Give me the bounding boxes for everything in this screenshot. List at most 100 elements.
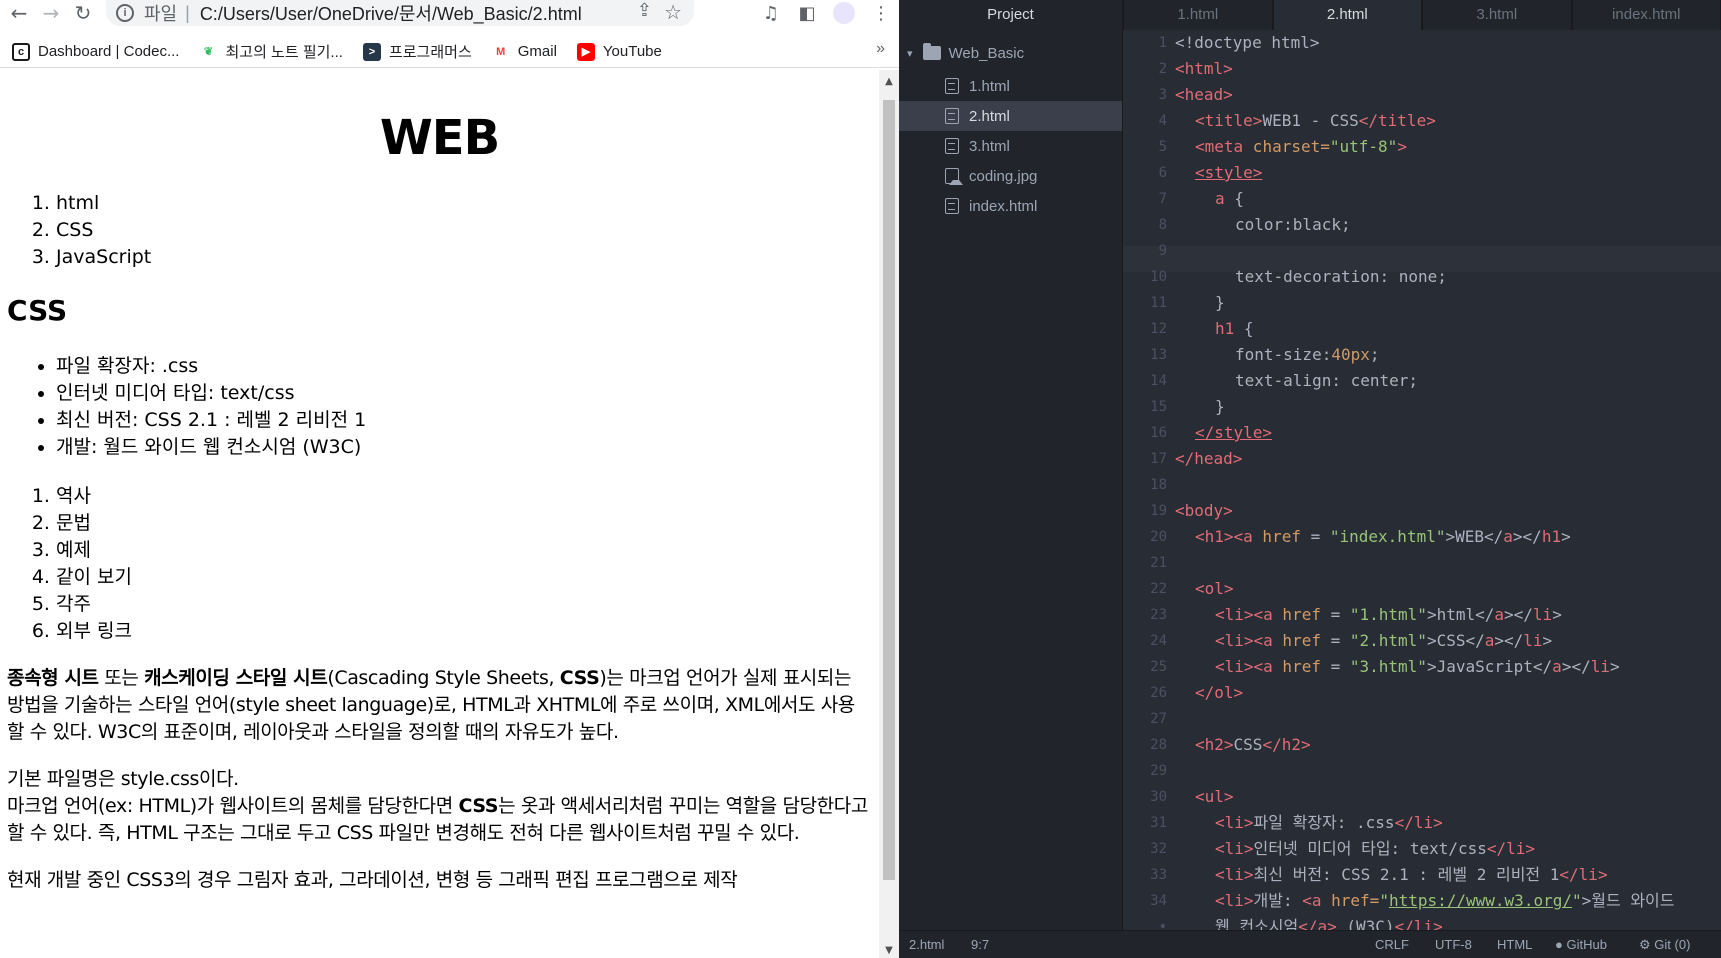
code-line: <h2>CSS</h2> xyxy=(1195,735,1311,754)
bold-term: 캐스케이딩 스타일 시트 xyxy=(144,667,328,689)
more-bookmarks-icon[interactable]: » xyxy=(876,40,885,58)
line-number: 21 xyxy=(1150,555,1167,571)
editor-tabs: 1.html 2.html 3.html index.html xyxy=(1123,0,1721,30)
line-number: 6 xyxy=(1158,165,1167,181)
programmers-icon: > xyxy=(362,42,381,61)
tree-file-2-html[interactable]: 2.html xyxy=(899,101,1122,131)
code-line: <ul> xyxy=(1195,784,1234,810)
tree-file-1-html[interactable]: 1.html xyxy=(899,71,1122,101)
status-eol[interactable]: CRLF xyxy=(1375,931,1409,958)
code-editor-window: Project ▾ Web_Basic 1.html 2.html 3.html… xyxy=(899,0,1721,958)
code-line: <body> xyxy=(1175,498,1233,524)
code-line: color:black; xyxy=(1235,212,1351,238)
status-encoding[interactable]: UTF-8 xyxy=(1435,931,1472,958)
nav-link-css[interactable]: CSS xyxy=(56,217,879,244)
code-string: "2.html" xyxy=(1349,631,1427,650)
profile-avatar[interactable] xyxy=(833,2,855,24)
share-icon[interactable]: ⇪ xyxy=(637,0,652,21)
code-line: <meta charset="utf-8"> xyxy=(1195,134,1407,160)
nav-link-javascript[interactable]: JavaScript xyxy=(56,244,879,271)
intro-paragraph: 종속형 시트 또는 캐스케이딩 스타일 시트(Cascading Style S… xyxy=(0,665,879,746)
code-line: <!doctype html> xyxy=(1175,30,1320,56)
toc-item: 예제 xyxy=(56,537,879,564)
bookmark-evernote[interactable]: ❦ 최고의 노트 필기... xyxy=(199,41,343,62)
code-text: color:black; xyxy=(1235,215,1351,234)
code-tag: > xyxy=(1397,137,1407,156)
line-number: 34 xyxy=(1150,893,1167,909)
info-item: 개발: 월드 와이드 웹 컨소시엄 (W3C) xyxy=(56,434,879,461)
toc-item: 역사 xyxy=(56,483,879,510)
browser-toolbar: ♫ ◧ ⋮ xyxy=(753,0,899,26)
tree-file-3-html[interactable]: 3.html xyxy=(899,131,1122,161)
code-tag: </style> xyxy=(1195,423,1273,442)
code-text: >html</ xyxy=(1426,605,1495,624)
file-icon xyxy=(945,78,959,94)
bookmark-codecademy[interactable]: c Dashboard | Codec... xyxy=(12,42,180,61)
tab-2-html[interactable]: 2.html xyxy=(1272,0,1422,30)
line-number: 28 xyxy=(1150,737,1167,753)
code-line: font-size:40px; xyxy=(1235,342,1380,368)
tree-folder-web-basic[interactable]: ▾ Web_Basic xyxy=(907,40,1024,66)
image-file-icon xyxy=(945,168,963,185)
line-number: • xyxy=(1158,919,1167,930)
toc-item: 각주 xyxy=(56,591,879,618)
github-icon: ● xyxy=(1555,937,1563,952)
page-heading[interactable]: WEB xyxy=(0,106,879,170)
code-tag: <body> xyxy=(1175,501,1233,520)
media-control-icon[interactable]: ♫ xyxy=(753,3,789,24)
file-label: 1.html xyxy=(969,77,1010,95)
tab-1-html[interactable]: 1.html xyxy=(1123,0,1273,30)
status-cursor[interactable]: 9:7 xyxy=(971,931,989,958)
reload-icon[interactable]: ↻ xyxy=(70,0,96,26)
code-tag: <head> xyxy=(1175,85,1233,104)
status-grammar[interactable]: HTML xyxy=(1497,931,1532,958)
code-line: </head> xyxy=(1175,446,1242,472)
code-tag: <a xyxy=(1233,527,1253,546)
info-item: 최신 버전: CSS 2.1 : 레벨 2 리비전 1 xyxy=(56,407,879,434)
code-text: 월드 와이드 xyxy=(1591,891,1675,910)
evernote-icon: ❦ xyxy=(203,46,214,58)
site-info-icon[interactable]: i xyxy=(116,4,134,22)
github-status[interactable]: ● GitHub xyxy=(1555,931,1607,958)
bookmark-programmers[interactable]: > 프로그래머스 xyxy=(362,41,472,62)
address-bar[interactable]: i 파일 | C:/Users/User/OneDrive/문서/Web_Bas… xyxy=(106,0,694,26)
chevron-down-icon: ▾ xyxy=(907,47,913,60)
code-text: ; xyxy=(1369,345,1380,364)
url-text[interactable]: C:/Users/User/OneDrive/문서/Web_Basic/2.ht… xyxy=(200,0,582,26)
code-text: 인터넷 미디어 타입: text/css xyxy=(1253,839,1487,858)
code-string: "1.html" xyxy=(1349,605,1427,624)
bookmark-youtube[interactable]: ▶ YouTube xyxy=(576,42,662,61)
bookmarks-bar: c Dashboard | Codec... ❦ 최고의 노트 필기... > … xyxy=(0,36,899,68)
code-line: <li>인터넷 미디어 타입: text/css</li> xyxy=(1215,839,1536,858)
page-scrollbar[interactable]: ▲ ▼ xyxy=(879,70,899,958)
bookmark-gmail[interactable]: M Gmail xyxy=(492,43,557,61)
forward-icon[interactable]: → xyxy=(38,0,64,26)
tab-index-html[interactable]: index.html xyxy=(1571,0,1721,30)
code-area[interactable]: 1 2 3 4 5 6 7 8 9 10 11 12 13 14 15 16 17 18 19 20 21 22 23 24 2… xyxy=(1123,30,1721,930)
back-icon[interactable]: ← xyxy=(6,0,32,26)
bookmark-star-icon[interactable]: ☆ xyxy=(664,0,682,25)
code-line: <html> xyxy=(1175,56,1233,82)
web-page-content: WEB html CSS JavaScript CSS 파일 확장자: .css… xyxy=(0,70,879,958)
code-tag: a xyxy=(1503,527,1513,546)
side-panel-icon[interactable]: ◧ xyxy=(789,3,825,24)
project-tab[interactable]: Project xyxy=(899,0,1122,30)
status-file[interactable]: 2.html xyxy=(909,931,944,958)
tree-file-index-html[interactable]: index.html xyxy=(899,191,1122,221)
code-line: <li>개발: <a href="https://www.w3.org/">월드… xyxy=(1215,891,1675,910)
line-number: 24 xyxy=(1150,633,1167,649)
tab-3-html[interactable]: 3.html xyxy=(1422,0,1572,30)
scrollbar-thumb[interactable] xyxy=(883,100,895,880)
bookmark-label: Dashboard | Codec... xyxy=(38,43,180,60)
scroll-down-icon[interactable]: ▼ xyxy=(879,945,899,956)
scroll-up-icon[interactable]: ▲ xyxy=(879,76,899,87)
git-status[interactable]: ⚙ Git (0) xyxy=(1639,931,1690,958)
code-text: >CSS</ xyxy=(1426,631,1485,650)
file-label: 3.html xyxy=(969,137,1010,155)
menu-icon[interactable]: ⋮ xyxy=(863,3,899,24)
file-label: index.html xyxy=(969,197,1038,215)
bookmark-label: YouTube xyxy=(602,43,662,60)
nav-link-html[interactable]: html xyxy=(56,190,879,217)
tree-file-coding-jpg[interactable]: coding.jpg xyxy=(899,161,1122,191)
code-link[interactable]: https://www.w3.org/ xyxy=(1389,891,1572,910)
